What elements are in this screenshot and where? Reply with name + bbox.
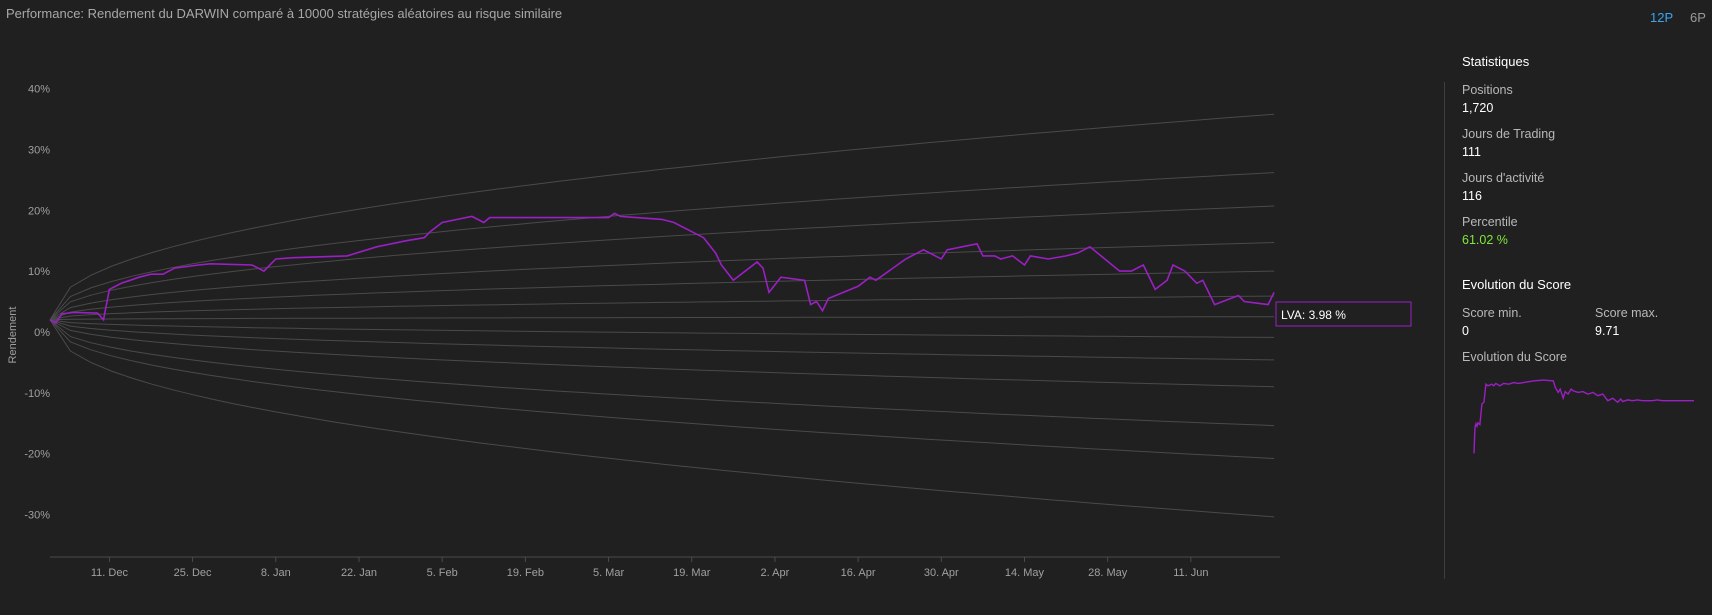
x-tick-label: 19. Mar (673, 567, 711, 579)
y-tick-labels: 40% 30% 20% 10% 0% -10% -20% -30% (24, 84, 50, 522)
random-strategy-bands (49, 113, 1275, 518)
statistics-panel: Statistiques Positions 1,720 Jours de Tr… (1444, 0, 1712, 615)
x-tick-label: 14. May (1005, 567, 1045, 579)
activity-days-label: Jours d'activité (1462, 171, 1545, 185)
x-tick-label: 11. Dec (91, 567, 129, 579)
panel-divider (1444, 82, 1445, 579)
x-tick-label: 22. Jan (341, 567, 377, 579)
score-chart-label: Evolution du Score (1462, 350, 1567, 364)
stats-heading: Statistiques (1462, 54, 1530, 69)
x-tick-label: 11. Jun (1173, 567, 1208, 579)
y-tick-label: 0% (34, 327, 50, 339)
y-tick-label: -30% (24, 509, 50, 521)
percentile-label: Percentile (1462, 215, 1518, 229)
score-max-value: 9.71 (1595, 324, 1620, 338)
x-tick-label: 5. Feb (427, 567, 458, 579)
x-tick-labels: 11. Dec 25. Dec 8. Jan 22. Jan 5. Feb 19. Feb… (91, 557, 1209, 579)
score-heading: Evolution du Score (1462, 277, 1572, 292)
x-tick-label: 5. Mar (593, 567, 625, 579)
x-tick-label: 2. Apr (761, 567, 790, 579)
x-tick-label: 30. Apr (924, 567, 959, 579)
random-strategy-band (49, 319, 1275, 361)
x-tick-label: 25. Dec (174, 567, 212, 579)
percentile-value: 61.02 % (1462, 233, 1508, 247)
score-min-label: Score min. (1462, 306, 1522, 320)
random-strategy-band (49, 319, 1275, 427)
x-tick-label: 19. Feb (507, 567, 544, 579)
y-tick-label: 10% (28, 266, 50, 278)
lva-label-text: LVA: 3.98 % (1281, 308, 1346, 322)
y-tick-label: 30% (28, 144, 50, 156)
random-strategy-band (49, 319, 1275, 338)
x-tick-label: 8. Jan (261, 567, 291, 579)
trading-days-label: Jours de Trading (1462, 127, 1556, 141)
activity-days-value: 116 (1462, 189, 1482, 203)
positions-value: 1,720 (1462, 101, 1494, 115)
x-tick-label: 28. May (1088, 567, 1128, 579)
y-tick-label: 40% (28, 84, 50, 96)
random-strategy-band (49, 242, 1275, 321)
y-tick-label: -20% (24, 449, 50, 461)
y-tick-label: -10% (24, 388, 50, 400)
x-tick-label: 16. Apr (841, 567, 876, 579)
random-strategy-band (49, 113, 1275, 321)
random-strategy-band (49, 319, 1275, 459)
trading-days-value: 111 (1462, 145, 1482, 159)
positions-label: Positions (1462, 83, 1513, 97)
score-max-label: Score max. (1595, 306, 1659, 320)
random-strategy-band (49, 319, 1275, 388)
y-axis-label: Rendement (7, 307, 19, 364)
random-strategy-band (49, 270, 1275, 321)
score-evolution-line (1473, 379, 1694, 454)
random-strategy-band (49, 316, 1275, 321)
random-strategy-band (49, 295, 1275, 321)
y-tick-label: 20% (28, 205, 50, 217)
darwin-performance-line (49, 212, 1275, 324)
score-min-value: 0 (1462, 324, 1469, 338)
score-evolution-chart (1473, 379, 1694, 454)
